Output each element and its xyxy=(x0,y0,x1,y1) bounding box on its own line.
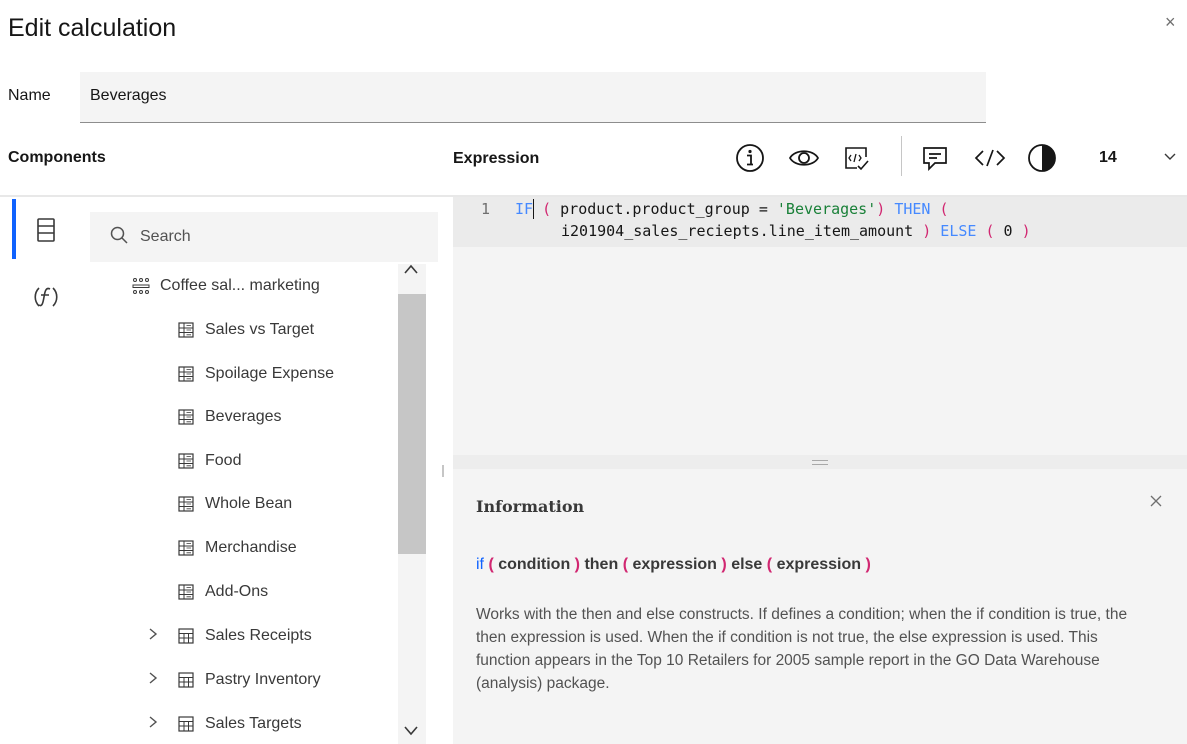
calculation-icon xyxy=(176,583,196,601)
data-items-icon[interactable] xyxy=(28,212,64,248)
rail-active-indicator xyxy=(12,199,16,259)
contrast-icon[interactable] xyxy=(1024,140,1060,176)
tree-item-label: Food xyxy=(205,452,242,469)
code-icon[interactable] xyxy=(972,140,1008,176)
tree-item-label: Add-Ons xyxy=(205,583,269,600)
tree-item-label: Beverages xyxy=(205,408,282,425)
tree-item-calc[interactable]: Beverages xyxy=(176,402,282,432)
calculation-icon xyxy=(176,365,196,383)
tree-item-calc[interactable]: Merchandise xyxy=(176,533,297,563)
components-heading: Components xyxy=(8,149,106,166)
tree-item-label: Spoilage Expense xyxy=(205,365,334,382)
function-description: Works with the then and else constructs.… xyxy=(476,606,1128,692)
tree-item-table[interactable]: Sales Receipts xyxy=(149,621,312,651)
expression-heading: Expression xyxy=(453,150,540,167)
table-icon xyxy=(176,671,196,689)
tree-item-label: Pastry Inventory xyxy=(205,671,321,688)
validate-code-icon[interactable] xyxy=(838,140,874,176)
tree-item-calc[interactable]: Sales vs Target xyxy=(176,315,314,345)
code-line-1-wrap: i201904_sales_reciepts.line_item_amount … xyxy=(561,222,1031,240)
tree-root-module[interactable]: Coffee sal... marketing xyxy=(131,271,320,301)
chevron-right-icon[interactable] xyxy=(148,715,158,732)
calculation-icon xyxy=(176,321,196,339)
table-icon xyxy=(176,715,196,733)
panel-resize-handle[interactable] xyxy=(453,455,1187,469)
info-icon[interactable] xyxy=(732,140,768,176)
tree-item-calc[interactable]: Spoilage Expense xyxy=(176,359,334,389)
close-icon[interactable]: × xyxy=(1165,12,1176,33)
expression-editor[interactable]: 1 IF ( product.product_group = 'Beverage… xyxy=(453,197,1187,455)
dialog-title: Edit calculation xyxy=(8,14,177,42)
functions-icon[interactable] xyxy=(28,279,64,315)
calculation-icon xyxy=(176,495,196,513)
search-input[interactable]: Search xyxy=(90,212,438,262)
name-label: Name xyxy=(8,87,51,104)
tree-item-calc[interactable]: Food xyxy=(176,446,241,476)
close-information-icon[interactable] xyxy=(1150,494,1162,512)
tree-item-calc[interactable]: Whole Bean xyxy=(176,489,292,519)
search-placeholder: Search xyxy=(140,228,191,245)
scroll-down-icon[interactable] xyxy=(402,724,420,740)
text-cursor xyxy=(533,199,534,219)
information-title: Information xyxy=(476,497,585,516)
font-size-value: 14 xyxy=(1099,149,1117,166)
chevron-down-icon xyxy=(1163,149,1177,168)
tree-root-label: Coffee sal... marketing xyxy=(160,277,320,294)
chevron-right-icon[interactable] xyxy=(148,627,158,644)
function-syntax: if ( condition ) then ( expression ) els… xyxy=(476,556,871,573)
chevron-right-icon[interactable] xyxy=(148,671,158,688)
table-icon xyxy=(176,627,196,645)
resize-grip-icon xyxy=(812,459,828,465)
tree-item-label: Sales vs Target xyxy=(205,321,315,338)
scroll-up-icon[interactable] xyxy=(402,262,420,278)
preview-eye-icon[interactable] xyxy=(786,140,822,176)
calculation-icon xyxy=(176,408,196,426)
scrollbar-thumb[interactable] xyxy=(398,294,426,554)
comment-icon[interactable] xyxy=(917,140,953,176)
toolbar-separator xyxy=(901,136,902,176)
search-icon xyxy=(110,226,128,249)
name-input[interactable]: Beverages xyxy=(80,72,986,123)
tree-item-label: Whole Bean xyxy=(205,495,293,512)
tree-item-label: Merchandise xyxy=(205,539,297,556)
vertical-resize-handle[interactable] xyxy=(442,465,444,477)
calculation-icon xyxy=(176,539,196,557)
module-icon xyxy=(131,277,151,295)
tree-item-table[interactable]: Sales Targets xyxy=(149,709,302,739)
tree-item-table[interactable]: Pastry Inventory xyxy=(149,665,321,695)
tree-item-label: Sales Targets xyxy=(205,715,302,732)
font-size-select[interactable]: 14 xyxy=(1085,138,1185,178)
tree-item-calc[interactable]: Add-Ons xyxy=(176,577,268,607)
code-line-1: IF ( product.product_group = 'Beverages'… xyxy=(515,200,949,218)
tree-item-label: Sales Receipts xyxy=(205,627,312,644)
calculation-icon xyxy=(176,452,196,470)
line-number: 1 xyxy=(481,200,491,218)
